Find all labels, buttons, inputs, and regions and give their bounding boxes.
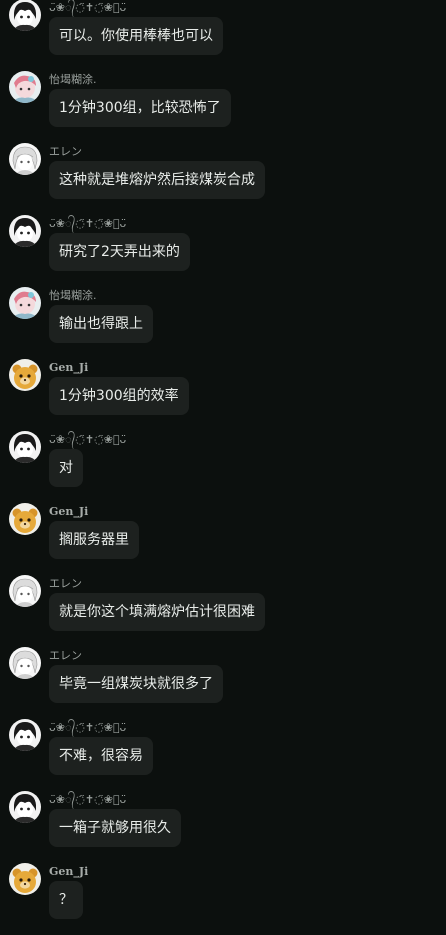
sender-name[interactable]: エレン [49,577,82,590]
avatar[interactable] [9,359,41,391]
message-bubble[interactable]: 这种就是堆熔炉然后接煤炭合成 [49,161,265,199]
message-bubble[interactable]: 毕竟一组煤炭块就很多了 [49,665,223,703]
avatar[interactable] [9,647,41,679]
sender-name[interactable]: ᴗ̈❀᭄◌̈✝︎◌̈❀᭄ᴗ̈ [49,1,126,14]
message-bubble[interactable]: 可以。你使用棒棒也可以 [49,17,223,55]
avatar[interactable] [9,503,41,535]
sender-name[interactable]: Gen_Ji [49,865,88,878]
avatar[interactable] [9,215,41,247]
message-bubble[interactable]: 研究了2天弄出来的 [49,233,190,271]
sender-name[interactable]: エレン [49,145,82,158]
avatar[interactable] [9,287,41,319]
message-bubble[interactable]: ？ [49,881,83,919]
dark-hair-anime-avatar-icon [9,431,41,463]
white-hair-anime-avatar-icon [9,143,41,175]
message-row: ᴗ̈❀᭄◌̈✝︎◌̈❀᭄ᴗ̈ 对 [0,431,446,503]
sender-name[interactable]: ᴗ̈❀᭄◌̈✝︎◌̈❀᭄ᴗ̈ [49,793,126,806]
pink-character-avatar-icon [9,71,41,103]
pink-character-avatar-icon [9,287,41,319]
message-row: ᴗ̈❀᭄◌̈✝︎◌̈❀᭄ᴗ̈ 不难，很容易 [0,719,446,791]
white-hair-anime-avatar-icon [9,647,41,679]
avatar[interactable] [9,863,41,895]
message-row: エレン就是你这个填满熔炉估计很困难 [0,575,446,647]
sender-name[interactable]: 怡堨糊涂. [49,289,97,302]
message-row: エレン这种就是堆熔炉然后接煤炭合成 [0,143,446,215]
sender-name[interactable]: Gen_Ji [49,505,88,518]
message-row: ᴗ̈❀᭄◌̈✝︎◌̈❀᭄ᴗ̈ 可以。你使用棒棒也可以 [0,0,446,71]
dark-hair-anime-avatar-icon [9,0,41,31]
sender-name[interactable]: ᴗ̈❀᭄◌̈✝︎◌̈❀᭄ᴗ̈ [49,217,126,230]
message-row: Gen_Ji ？ [0,863,446,935]
chat-message-list[interactable]: ᴗ̈❀᭄◌̈✝︎◌̈❀᭄ᴗ̈ 可以。你使用棒棒也可以 怡堨糊涂. 1分钟300组，比… [0,0,446,935]
message-bubble[interactable]: 不难，很容易 [49,737,153,775]
avatar[interactable] [9,575,41,607]
message-bubble[interactable]: 一箱子就够用很久 [49,809,181,847]
avatar[interactable] [9,791,41,823]
message-bubble[interactable]: 1分钟300组，比较恐怖了 [49,89,231,127]
message-bubble[interactable]: 就是你这个填满熔炉估计很困难 [49,593,265,631]
sender-name[interactable]: エレン [49,649,82,662]
yellow-bear-avatar-icon [9,359,41,391]
dark-hair-anime-avatar-icon [9,791,41,823]
message-bubble[interactable]: 搁服务器里 [49,521,139,559]
dark-hair-anime-avatar-icon [9,215,41,247]
dark-hair-anime-avatar-icon [9,719,41,751]
white-hair-anime-avatar-icon [9,575,41,607]
sender-name[interactable]: Gen_Ji [49,361,88,374]
message-row: 怡堨糊涂. 1分钟300组，比较恐怖了 [0,71,446,143]
avatar[interactable] [9,719,41,751]
message-bubble[interactable]: 1分钟300组的效率 [49,377,189,415]
message-row: エレン毕竟一组煤炭块就很多了 [0,647,446,719]
message-bubble[interactable]: 输出也得跟上 [49,305,153,343]
sender-name[interactable]: 怡堨糊涂. [49,73,97,86]
avatar[interactable] [9,71,41,103]
avatar[interactable] [9,431,41,463]
sender-name[interactable]: ᴗ̈❀᭄◌̈✝︎◌̈❀᭄ᴗ̈ [49,721,126,734]
message-row: 怡堨糊涂. 输出也得跟上 [0,287,446,359]
yellow-bear-avatar-icon [9,503,41,535]
avatar[interactable] [9,143,41,175]
message-row: ᴗ̈❀᭄◌̈✝︎◌̈❀᭄ᴗ̈ 一箱子就够用很久 [0,791,446,863]
message-bubble[interactable]: 对 [49,449,83,487]
message-row: Gen_Ji 搁服务器里 [0,503,446,575]
yellow-bear-avatar-icon [9,863,41,895]
message-row: Gen_Ji 1分钟300组的效率 [0,359,446,431]
sender-name[interactable]: ᴗ̈❀᭄◌̈✝︎◌̈❀᭄ᴗ̈ [49,433,126,446]
message-row: ᴗ̈❀᭄◌̈✝︎◌̈❀᭄ᴗ̈ 研究了2天弄出来的 [0,215,446,287]
avatar[interactable] [9,0,41,31]
